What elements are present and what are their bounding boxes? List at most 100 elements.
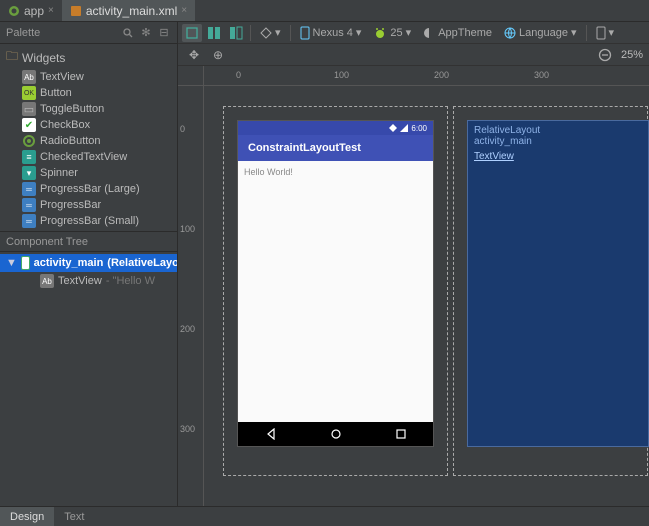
tree-root-name: activity_main [34, 257, 104, 269]
palette-item-togglebutton[interactable]: ▭ ToggleButton [0, 101, 177, 117]
palette-item-label: ProgressBar [40, 199, 101, 211]
language-label: Language [519, 27, 568, 39]
palette-item-label: CheckedTextView [40, 151, 127, 163]
palette-item-label: Button [40, 87, 72, 99]
zoom-toolbar: ✥ ⊕ 25% [178, 44, 649, 66]
pan-icon[interactable]: ✥ [184, 46, 204, 64]
checkedtext-icon: ≡ [22, 150, 36, 164]
nav-recent-icon [395, 428, 407, 440]
progress-icon: ═ [22, 214, 36, 228]
blueprint-root-label: RelativeLayout activity_main [468, 121, 648, 151]
palette-item-checkbox[interactable]: ✔ CheckBox [0, 117, 177, 133]
palette-item-checkedtextview[interactable]: ≡ CheckedTextView [0, 149, 177, 165]
tree-title: Component Tree [6, 236, 88, 248]
tab-label: activity_main.xml [86, 4, 177, 18]
palette-category-widgets[interactable]: 🗀 Widgets [0, 46, 177, 69]
tree-item-root[interactable]: ▼ ⊞ activity_main (RelativeLayout) [0, 254, 177, 272]
toggle-icon: ▭ [22, 102, 36, 116]
language-dropdown[interactable]: Language▾ [499, 24, 581, 42]
checkbox-icon: ✔ [22, 118, 36, 132]
button-icon: OK [22, 86, 36, 100]
gear-icon[interactable]: ✻ [139, 26, 153, 40]
design-toolbar: ▾ Nexus 4▾ 25▾ AppTheme Language▾ ▾ [178, 22, 649, 44]
palette-item-spinner[interactable]: ▾ Spinner [0, 165, 177, 181]
tree-child-name: TextView [58, 275, 102, 287]
close-icon[interactable]: × [48, 5, 54, 16]
palette-item-progressbar-large[interactable]: ═ ProgressBar (Large) [0, 181, 177, 197]
tab-activity-main[interactable]: activity_main.xml × [62, 0, 195, 21]
module-icon [8, 5, 20, 17]
textview-icon: Ab [22, 70, 36, 84]
api-level: 25 [390, 27, 402, 39]
status-bar: 6:00 [238, 121, 433, 135]
variant-dropdown[interactable]: ▾ [591, 24, 620, 42]
view-mode-both-icon[interactable] [226, 24, 246, 42]
ruler-corner [178, 66, 204, 86]
nav-home-icon [330, 428, 342, 440]
palette-item-label: TextView [40, 71, 84, 83]
progress-icon: ═ [22, 198, 36, 212]
palette-item-label: ToggleButton [40, 103, 104, 115]
palette-item-textview[interactable]: Ab TextView [0, 69, 177, 85]
textview-icon: Ab [40, 274, 54, 288]
spinner-icon: ▾ [22, 166, 36, 180]
folder-icon: 🗀 [6, 47, 18, 68]
nav-bar [238, 422, 433, 446]
palette-list: 🗀 Widgets Ab TextView OK Button ▭ ToggleBut… [0, 44, 177, 232]
palette-item-label: Spinner [40, 167, 78, 179]
tab-text[interactable]: Text [54, 507, 94, 526]
ruler-vertical: 0 100 200 300 [178, 86, 204, 506]
tab-label: app [24, 4, 44, 18]
bottom-tabs: Design Text [0, 506, 649, 526]
palette-title: Palette [6, 27, 40, 39]
device-body: Hello World! [238, 161, 433, 422]
zoom-value[interactable]: 25% [621, 49, 643, 61]
autoconnect-icon[interactable]: ⊕ [208, 46, 228, 64]
component-tree: ▼ ⊞ activity_main (RelativeLayout) Ab Te… [0, 252, 177, 506]
tree-root-type: (RelativeLayout) [107, 257, 177, 269]
chevron-down-icon: ▼ [6, 257, 17, 269]
device-preview[interactable]: 6:00 ConstraintLayoutTest Hello World! [238, 121, 433, 446]
tab-design[interactable]: Design [0, 507, 54, 526]
blueprint-textview-label[interactable]: TextView [468, 151, 648, 162]
search-icon[interactable] [121, 26, 135, 40]
palette-item-progressbar-small[interactable]: ═ProgressBar (Small) [0, 213, 177, 229]
palette-item-label: ProgressBar (Large) [40, 183, 140, 195]
app-title: ConstraintLayoutTest [248, 142, 361, 154]
design-canvas[interactable]: 0 100 200 300 0 100 200 300 6:00 [178, 66, 649, 506]
wifi-icon [389, 124, 397, 132]
palette-header: Palette ✻ ⊟ [0, 22, 177, 44]
tree-item-textview[interactable]: Ab TextView - "Hello W [0, 272, 177, 290]
hello-text: Hello World! [244, 167, 293, 177]
device-dropdown[interactable]: Nexus 4▾ [295, 24, 367, 42]
blueprint-preview[interactable]: RelativeLayout activity_main TextView [468, 121, 648, 446]
xml-file-icon [70, 5, 82, 17]
device-name: Nexus 4 [313, 27, 353, 39]
palette-item-radiobutton[interactable]: RadioButton [0, 133, 177, 149]
ruler-horizontal: 0 100 200 300 [204, 66, 649, 86]
api-dropdown[interactable]: 25▾ [368, 24, 416, 42]
palette-item-progressbar[interactable]: ═ ProgressBar [0, 197, 177, 213]
theme-name: AppTheme [438, 27, 492, 39]
progress-icon: ═ [22, 182, 36, 196]
palette-item-button[interactable]: OK Button [0, 85, 177, 101]
nav-back-icon [265, 428, 277, 440]
collapse-icon[interactable]: ⊟ [157, 26, 171, 40]
status-time: 6:00 [411, 124, 427, 133]
signal-icon [400, 124, 408, 132]
close-icon[interactable]: × [181, 5, 187, 16]
tab-app[interactable]: app × [0, 0, 62, 21]
theme-dropdown[interactable]: AppTheme [418, 24, 497, 42]
layout-icon: ⊞ [21, 256, 30, 270]
view-mode-blueprint-icon[interactable] [204, 24, 224, 42]
radio-icon [22, 134, 36, 148]
tree-child-hint: - "Hello W [106, 275, 155, 287]
component-tree-header: Component Tree [0, 232, 177, 252]
view-mode-design-icon[interactable] [182, 24, 202, 42]
app-bar: ConstraintLayoutTest [238, 135, 433, 161]
zoom-fit-icon[interactable] [595, 46, 615, 64]
file-tabs: app × activity_main.xml × [0, 0, 649, 22]
palette-item-label: RadioButton [40, 135, 101, 147]
orientation-dropdown[interactable]: ▾ [255, 24, 286, 42]
palette-item-label: CheckBox [40, 119, 90, 131]
